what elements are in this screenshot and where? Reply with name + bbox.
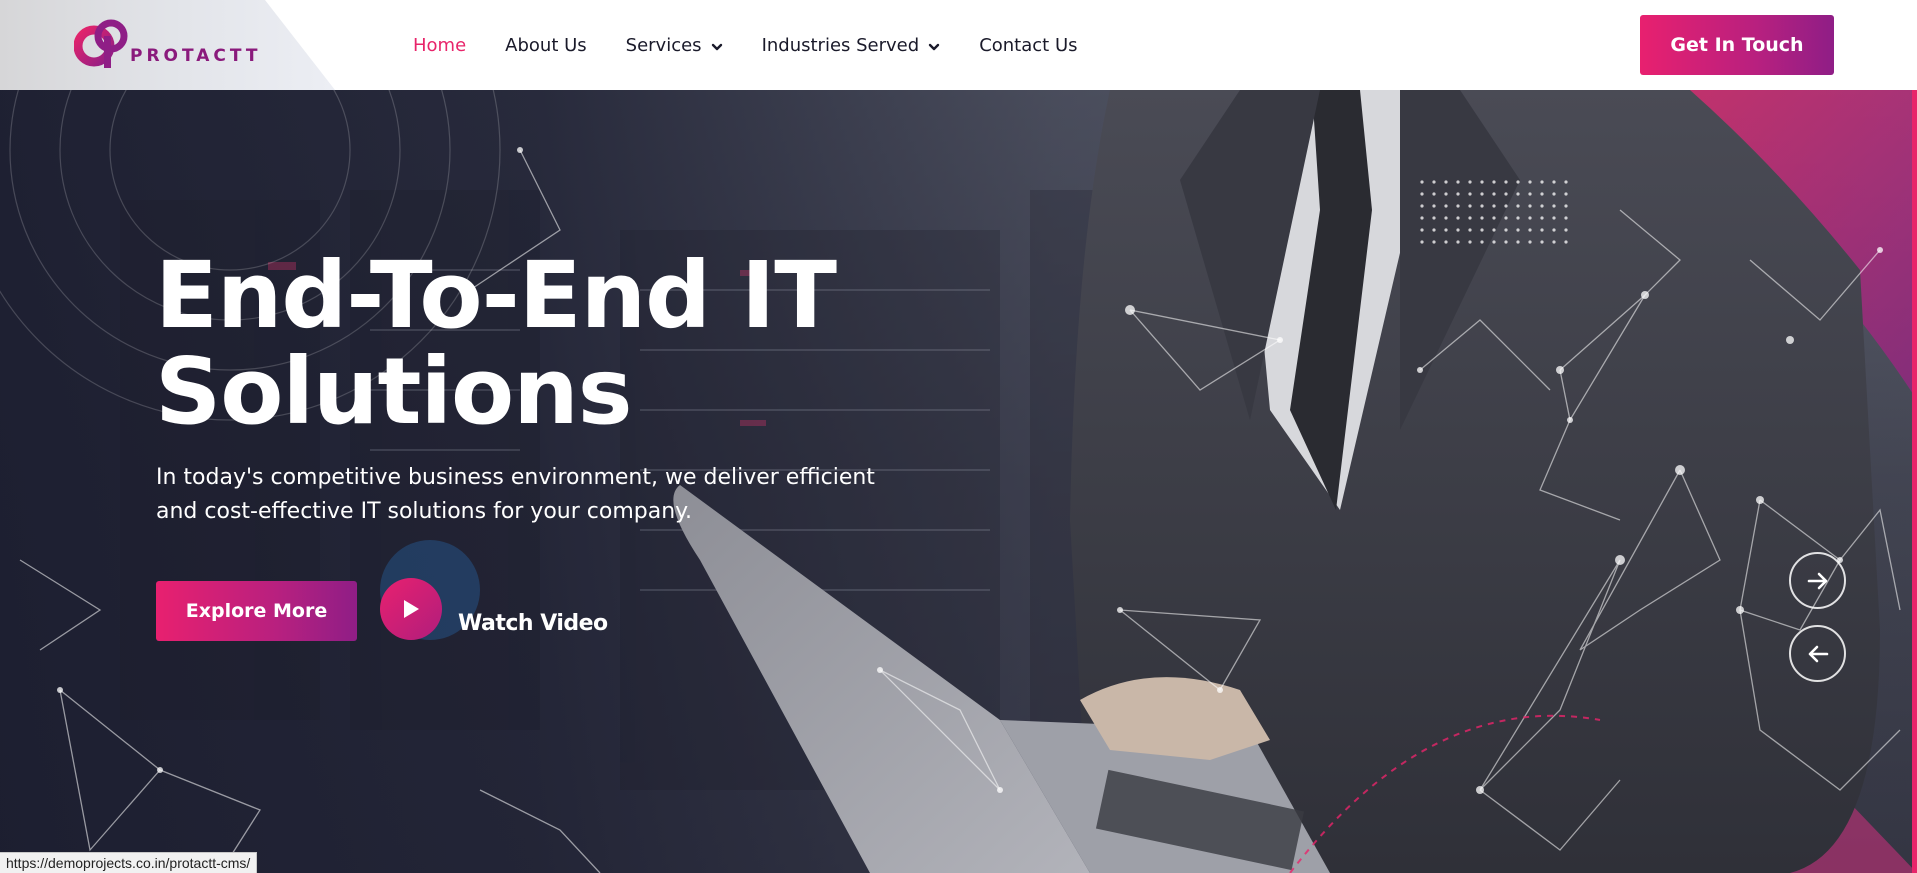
nav-item-label: Contact Us bbox=[979, 34, 1078, 56]
watch-video-link[interactable]: Watch Video bbox=[458, 611, 608, 636]
nav-item-services[interactable]: Services bbox=[626, 35, 723, 56]
chevron-down-icon bbox=[711, 43, 722, 50]
slider-prev-button[interactable] bbox=[1789, 625, 1846, 682]
brand-name: PROTACTT bbox=[130, 46, 262, 66]
accent-edge-bar bbox=[1912, 90, 1917, 873]
hero-title: End-To-End IT Solutions bbox=[155, 248, 915, 440]
link-preview-status-bar: https://demoprojects.co.in/protactt-cms/ bbox=[0, 852, 258, 873]
chevron-down-icon bbox=[928, 43, 940, 50]
brand-logo[interactable]: PROTACTT bbox=[74, 17, 262, 73]
slider-next-button[interactable] bbox=[1789, 552, 1846, 609]
nav-item-industries-served[interactable]: Industries Served bbox=[762, 35, 941, 56]
nav-item-label: Industries Served bbox=[761, 34, 920, 56]
nav-item-about-us[interactable]: About Us bbox=[505, 35, 587, 56]
main-nav: Home About Us Services Industries Served… bbox=[413, 0, 1117, 90]
hero-title-line: End-To-End IT bbox=[155, 242, 837, 349]
nav-item-label: Services bbox=[625, 34, 702, 56]
nav-item-home[interactable]: Home bbox=[413, 35, 466, 56]
play-icon bbox=[404, 600, 419, 618]
nav-item-label: Home bbox=[413, 34, 467, 56]
hero-subtitle: In today's competitive business environm… bbox=[156, 461, 876, 529]
nav-item-contact-us[interactable]: Contact Us bbox=[979, 35, 1077, 56]
nav-item-label: About Us bbox=[505, 34, 587, 56]
site-header: PROTACTT Home About Us Services Industri… bbox=[0, 0, 1917, 90]
hero-subtitle-line: In today's competitive business environm… bbox=[156, 465, 875, 490]
hero-title-line: Solutions bbox=[155, 338, 632, 445]
arrow-right-icon bbox=[1807, 572, 1827, 589]
play-video-button[interactable] bbox=[380, 578, 442, 640]
hero-subtitle-line: and cost-effective IT solutions for your… bbox=[156, 499, 693, 524]
get-in-touch-button[interactable]: Get In Touch bbox=[1640, 15, 1834, 75]
arrow-left-icon bbox=[1808, 645, 1828, 662]
logo-mark-icon bbox=[74, 19, 128, 68]
explore-more-button[interactable]: Explore More bbox=[156, 581, 357, 641]
